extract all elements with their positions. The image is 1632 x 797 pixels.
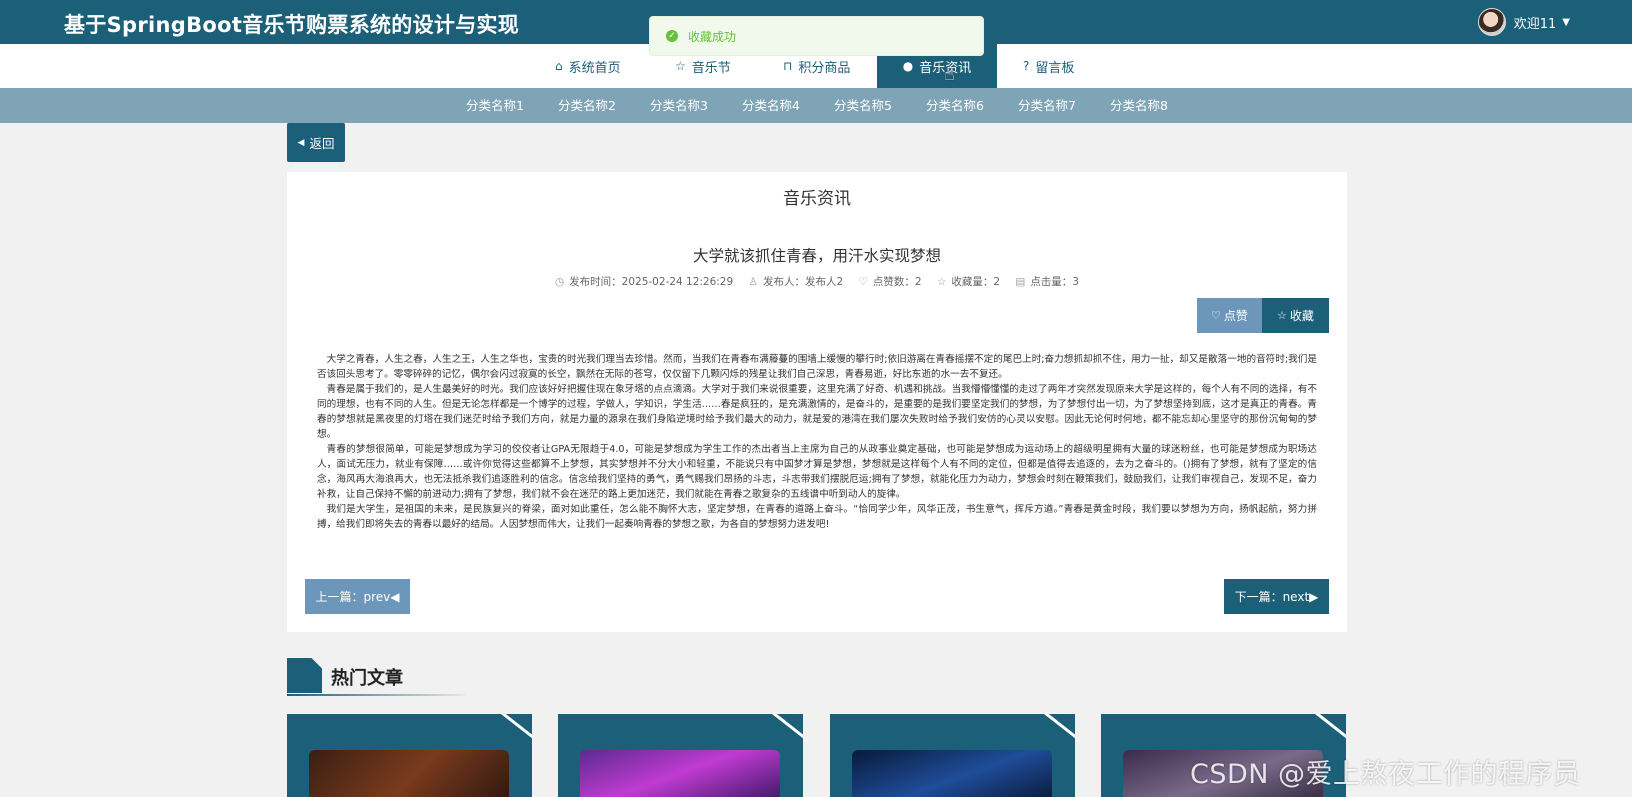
- article-card: 音乐资讯 大学就该抓住青春，用汗水实现梦想 ◷ 发布时间：2025-02-24 1…: [287, 172, 1347, 632]
- category-item[interactable]: 分类名称2: [558, 88, 616, 123]
- bag-icon: ⊓: [783, 59, 793, 73]
- star-icon: ☆: [675, 59, 686, 73]
- article-image[interactable]: [852, 750, 1052, 797]
- nav-label: 音乐节: [691, 60, 731, 76]
- click-count: 点击量：3: [1030, 276, 1079, 288]
- article-meta: ◷ 发布时间：2025-02-24 12:26:29 ♙ 发布人：发布人2 ♡ 点赞数…: [287, 274, 1347, 289]
- corner-stripe: [755, 714, 803, 745]
- favorite-button[interactable]: ☆ 收藏: [1262, 298, 1329, 333]
- section-title: 音乐资讯: [783, 189, 851, 209]
- divider: [287, 694, 465, 696]
- nav-label: 系统首页: [568, 60, 621, 76]
- mouse-cursor-icon: ☝: [944, 64, 955, 85]
- caret-left-icon: ◀: [297, 137, 305, 148]
- nav-item-home[interactable]: ⌂ 系统首页: [555, 44, 621, 88]
- avatar[interactable]: [1477, 8, 1506, 36]
- hot-article-card[interactable]: [830, 714, 1075, 797]
- article-paragraph: 青春的梦想很简单，可能是梦想成为学习的佼佼者让GPA无限趋于4.0，可能是梦想成…: [317, 444, 1317, 500]
- category-item[interactable]: 分类名称4: [742, 88, 800, 123]
- thumb-up-icon: ♡: [858, 276, 868, 288]
- category-item[interactable]: 分类名称1: [466, 88, 524, 123]
- article-title: 大学就该抓住青春，用汗水实现梦想: [692, 247, 941, 265]
- toast-message: 收藏成功: [688, 29, 737, 44]
- user-menu[interactable]: 欢迎11 ▼: [1477, 8, 1570, 36]
- corner-stripe: [1298, 714, 1346, 745]
- article-paragraph: 青春是属于我们的，是人生最美好的时光。我们应该好好把握住现在象牙塔的点点滴滴。大…: [317, 384, 1317, 440]
- article-image[interactable]: [580, 750, 780, 797]
- article-paragraph: 我们是大学生，是祖国的未来，是民族复兴的脊梁，面对如此重任，怎么能不胸怀大志，坚…: [317, 504, 1317, 530]
- question-icon: ?: [1023, 59, 1030, 73]
- document-icon: ▤: [1015, 276, 1026, 288]
- star-icon: ☆: [1277, 309, 1287, 322]
- hot-article-card[interactable]: [558, 714, 803, 797]
- nav-item-message-board[interactable]: ? 留言板: [1023, 44, 1074, 88]
- category-item[interactable]: 分类名称7: [1018, 88, 1076, 123]
- back-label: 返回: [309, 136, 335, 151]
- success-check-icon: ✓: [666, 30, 678, 42]
- chevron-down-icon[interactable]: ▼: [1562, 17, 1570, 28]
- like-label: 点赞: [1223, 309, 1248, 323]
- section-marker-icon: [287, 658, 322, 693]
- favorite-count: 收藏量：2: [951, 276, 1001, 288]
- nav-label: 积分商品: [798, 60, 851, 76]
- back-button[interactable]: ◀ 返回: [287, 123, 345, 162]
- category-item[interactable]: 分类名称5: [834, 88, 892, 123]
- hot-articles-title: 热门文章: [331, 668, 403, 689]
- article-image[interactable]: [309, 750, 509, 797]
- like-count: 点赞数：2: [872, 276, 922, 288]
- category-item[interactable]: 分类名称6: [926, 88, 984, 123]
- nav-label: 留言板: [1035, 60, 1075, 76]
- prev-article-button[interactable]: 上一篇：prev◀: [305, 579, 410, 614]
- hot-articles-header: 热门文章: [287, 658, 465, 696]
- publisher: 发布人：发布人2: [762, 276, 844, 288]
- category-item[interactable]: 分类名称3: [650, 88, 708, 123]
- corner-stripe: [484, 714, 532, 745]
- home-icon: ⌂: [555, 59, 563, 73]
- heart-icon: ♡: [1211, 309, 1221, 322]
- site-title: 基于SpringBoot音乐节购票系统的设计与实现: [64, 13, 520, 37]
- info-icon: ●: [902, 59, 914, 73]
- user-greeting[interactable]: 欢迎11: [1514, 13, 1557, 32]
- article-paragraph: 大学之青春，人生之春，人生之王，人生之华也，宝贵的时光我们理当去珍惜。然而，当我…: [317, 354, 1317, 380]
- clock-icon: ◷: [554, 276, 565, 288]
- watermark: CSDN @爱上熬夜工作的程序员: [1190, 759, 1581, 790]
- hot-article-card[interactable]: [287, 714, 532, 797]
- like-button[interactable]: ♡ 点赞: [1197, 298, 1262, 333]
- category-nav: 分类名称1 分类名称2 分类名称3 分类名称4 分类名称5 分类名称6 分类名称…: [0, 88, 1632, 123]
- star-icon: ☆: [936, 276, 947, 288]
- next-article-button[interactable]: 下一篇：next▶: [1224, 579, 1329, 614]
- success-toast: ✓ 收藏成功: [649, 16, 984, 56]
- user-icon: ♙: [748, 276, 758, 288]
- corner-stripe: [1027, 714, 1075, 745]
- category-item[interactable]: 分类名称8: [1110, 88, 1168, 123]
- article-body: 大学之青春，人生之春，人生之王，人生之华也，宝贵的时光我们理当去珍惜。然而，当我…: [317, 352, 1317, 532]
- publish-time: 发布时间：2025-02-24 12:26:29: [569, 276, 734, 288]
- favorite-label: 收藏: [1289, 309, 1314, 323]
